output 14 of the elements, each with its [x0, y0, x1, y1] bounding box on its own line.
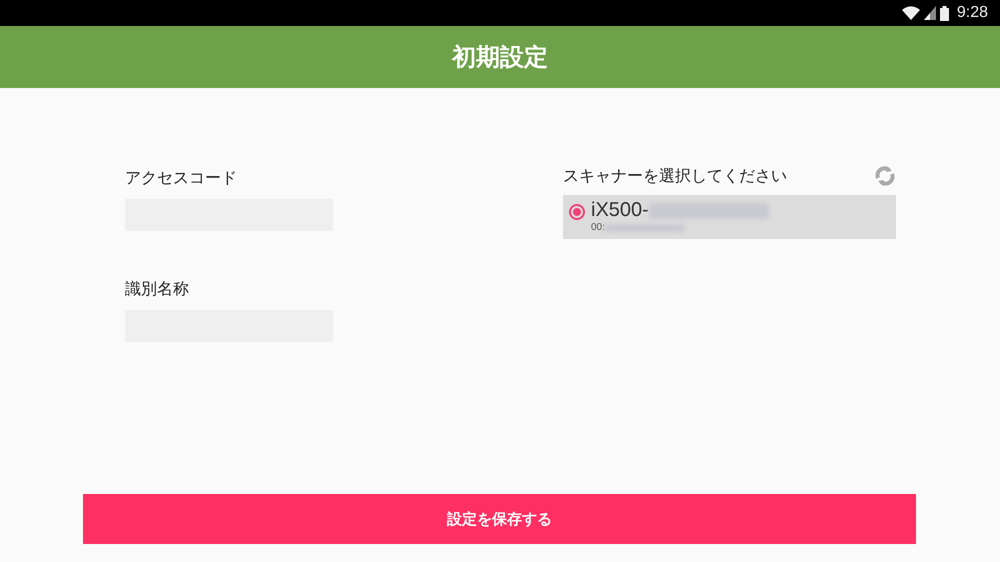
status-time: 9:28: [956, 4, 988, 22]
page-title: 初期設定: [452, 42, 548, 73]
wifi-icon: [902, 6, 920, 20]
save-button[interactable]: 設定を保存する: [83, 494, 916, 544]
refresh-icon[interactable]: [874, 165, 896, 187]
scanner-name: iX500-: [591, 199, 649, 222]
field-label: 識別名称: [125, 279, 190, 300]
scanner-address: 00:: [591, 222, 605, 233]
radio-button[interactable]: [569, 204, 585, 220]
scanner-item[interactable]: iX500- 00:: [563, 195, 896, 239]
scanner-label: スキャナーを選択してください: [563, 166, 787, 186]
battery-icon: [940, 6, 949, 20]
field-label: アクセスコード: [125, 168, 238, 189]
signal-icon: [924, 6, 936, 20]
